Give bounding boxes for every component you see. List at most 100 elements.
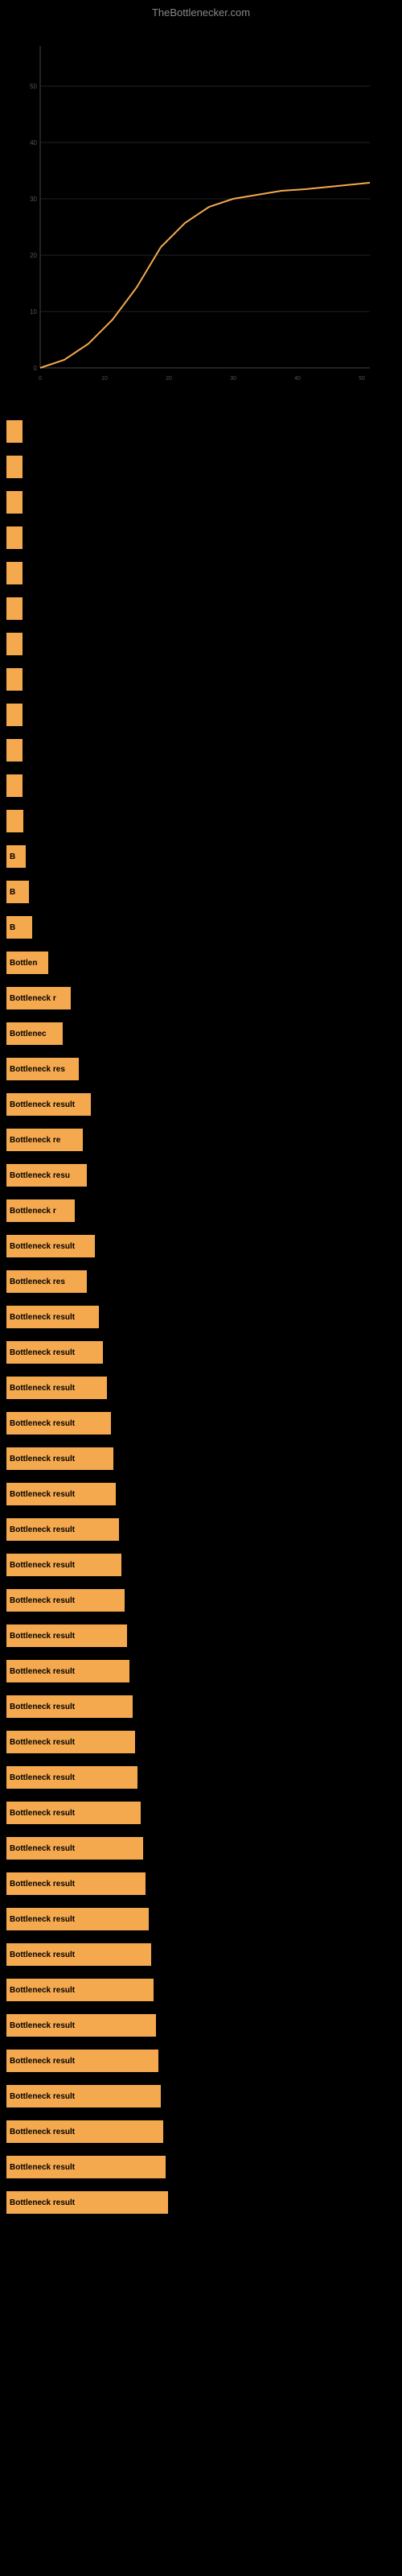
bar-label: Bottleneck r (10, 994, 56, 1003)
svg-text:20: 20 (166, 376, 172, 382)
bar-fill: Bottleneck result (6, 2050, 158, 2072)
bar-fill: Bottleneck result (6, 1908, 149, 1930)
bar-fill: Bottleneck res (6, 1058, 79, 1080)
bar-fill: Bottleneck r (6, 987, 71, 1009)
svg-text:10: 10 (101, 376, 108, 382)
bar-row: Bottleneck res (6, 1054, 402, 1084)
bar-row: Bottleneck result (6, 1620, 402, 1651)
bar-fill: Bottleneck res (6, 1270, 87, 1293)
bar-row: Bottleneck result (6, 2116, 402, 2147)
svg-text:40: 40 (30, 139, 37, 147)
bar-fill: Bottleneck result (6, 1837, 143, 1860)
bar-fill (6, 562, 23, 584)
bar-row: Bottleneck result (6, 1089, 402, 1120)
bar-label: Bottleneck result (10, 1703, 75, 1711)
bar-fill (6, 668, 23, 691)
bar-row (6, 664, 402, 695)
bar-fill: Bottleneck resu (6, 1164, 87, 1187)
bar-fill: Bottleneck result (6, 2085, 161, 2107)
bar-label: B (10, 888, 15, 897)
bar-row: Bottleneck result (6, 1833, 402, 1864)
bar-fill: Bottleneck result (6, 1554, 121, 1576)
bar-fill (6, 491, 23, 514)
bar-row: Bottleneck result (6, 1373, 402, 1403)
bar-label: Bottleneck result (10, 1242, 75, 1251)
svg-text:30: 30 (230, 376, 236, 382)
bar-row: Bottleneck result (6, 1479, 402, 1509)
svg-text:10: 10 (30, 308, 37, 316)
page-wrapper: TheBottlenecker.com 0 10 20 30 40 50 (0, 0, 402, 2218)
bar-fill: Bottleneck result (6, 1624, 127, 1647)
svg-text:50: 50 (30, 83, 37, 90)
bar-row: Bottleneck result (6, 1514, 402, 1545)
bar-label: Bottleneck result (10, 1773, 75, 1782)
bar-row: Bottleneck result (6, 1550, 402, 1580)
bar-row (6, 522, 402, 553)
bar-row: Bottleneck r (6, 1195, 402, 1226)
bar-label: Bottlenec (10, 1030, 47, 1038)
bar-row: Bottleneck result (6, 1231, 402, 1261)
bar-label: Bottleneck result (10, 1384, 75, 1393)
bar-fill (6, 597, 23, 620)
bar-fill: Bottleneck result (6, 1306, 99, 1328)
bar-row: Bottleneck result (6, 1691, 402, 1722)
bar-fill: Bottleneck result (6, 1872, 146, 1895)
bar-fill: B (6, 881, 29, 903)
svg-text:40: 40 (294, 376, 301, 382)
bar-row (6, 735, 402, 766)
bar-row: Bottleneck result (6, 2046, 402, 2076)
bar-row (6, 629, 402, 659)
bar-row (6, 770, 402, 801)
bar-row: B (6, 877, 402, 907)
bar-fill: Bottleneck result (6, 1377, 107, 1399)
bar-row: Bottlen (6, 947, 402, 978)
bar-fill: Bottleneck result (6, 2191, 168, 2214)
bar-label: Bottleneck result (10, 1986, 75, 1995)
bar-row: Bottleneck result (6, 1302, 402, 1332)
bar-label: Bottlen (10, 959, 37, 968)
bar-label: Bottleneck res (10, 1065, 65, 1074)
bar-label: Bottleneck result (10, 1809, 75, 1818)
bar-row: Bottleneck res (6, 1266, 402, 1297)
bar-fill: Bottleneck result (6, 1518, 119, 1541)
bar-fill (6, 774, 23, 797)
bar-fill: Bottleneck result (6, 1695, 133, 1718)
bar-label: Bottleneck result (10, 2198, 75, 2207)
svg-text:30: 30 (30, 196, 37, 203)
bar-row: Bottleneck result (6, 2081, 402, 2112)
bar-row: Bottleneck resu (6, 1160, 402, 1191)
bar-row: Bottleneck result (6, 1798, 402, 1828)
bar-fill (6, 633, 23, 655)
bar-row (6, 452, 402, 482)
bar-row: Bottleneck result (6, 1762, 402, 1793)
svg-text:20: 20 (30, 252, 37, 259)
bar-fill: Bottleneck result (6, 1943, 151, 1966)
bar-row: Bottleneck result (6, 2152, 402, 2182)
bar-label: Bottleneck r (10, 1207, 56, 1216)
bar-label: Bottleneck result (10, 1632, 75, 1641)
bar-row: Bottleneck result (6, 1656, 402, 1686)
bar-fill (6, 810, 23, 832)
bar-label: Bottleneck result (10, 1951, 75, 1959)
bar-row: Bottleneck re (6, 1125, 402, 1155)
bar-label: Bottleneck re (10, 1136, 60, 1145)
bar-row: Bottleneck result (6, 1904, 402, 1934)
bar-fill: Bottleneck result (6, 1802, 141, 1824)
bar-fill (6, 526, 23, 549)
bar-fill: Bottleneck result (6, 1660, 129, 1682)
bar-fill: Bottleneck result (6, 1766, 137, 1789)
bar-label: B (10, 923, 15, 932)
bar-label: Bottleneck result (10, 1348, 75, 1357)
bar-label: Bottleneck result (10, 1313, 75, 1322)
bar-row (6, 487, 402, 518)
bar-label: Bottleneck result (10, 1915, 75, 1924)
bar-label: Bottleneck result (10, 2092, 75, 2101)
bar-label: Bottleneck result (10, 1455, 75, 1463)
svg-text:50: 50 (359, 376, 365, 382)
bar-label: Bottleneck result (10, 1561, 75, 1570)
bar-row: Bottleneck result (6, 1337, 402, 1368)
bar-row (6, 593, 402, 624)
bar-fill: Bottlen (6, 952, 48, 974)
bar-row (6, 558, 402, 588)
bar-row (6, 806, 402, 836)
